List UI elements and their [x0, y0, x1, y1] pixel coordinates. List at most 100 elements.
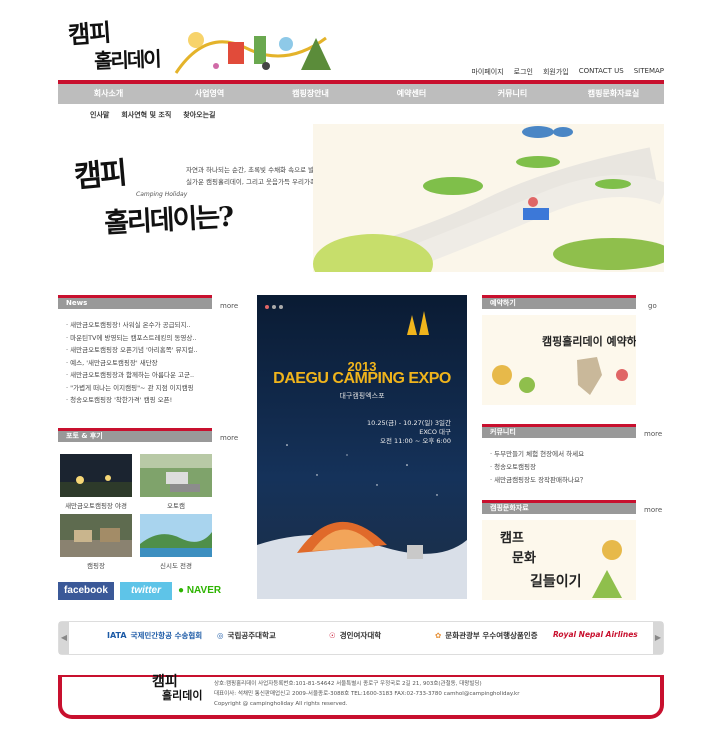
partner-carousel: ◀ ▶ IATA 국제민간항공 수송협회 ◎ 국립공주대학교 ☉ 경인여자대학 … [58, 621, 664, 655]
partner-name: 국립공주대학교 [227, 631, 276, 640]
photo-caption: 캠핑장 [87, 562, 105, 570]
culture-title: 캠핑문화자료 [482, 500, 636, 514]
news-item[interactable]: · 예스, '새만금오토캠핑장' 새단장 [66, 357, 216, 370]
emblem-icon: ☉ [329, 631, 336, 640]
expo-poster[interactable]: 2013 DAEGU CAMPING EXPO 대구캠핑엑스포 10.25(금)… [257, 295, 467, 599]
reserve-title: 예약하기 [482, 295, 636, 309]
hero-title-line1: 캠피 [72, 155, 127, 196]
culture-section: 캠핑문화자료 캠프 문화 길들이기 [482, 500, 636, 602]
partner-logo[interactable]: IATA 국제민간항공 수송협회 [107, 630, 202, 641]
social-links: facebook twitter ● NAVER [58, 582, 238, 600]
photo-section: 포토 & 후기 새만금오토캠핑장 야경 오토캠 캠핑장 신시도 전경 [58, 428, 212, 570]
footer-copyright: Copyright @ campingholiday All rights re… [214, 701, 348, 707]
community-list: · 두부만들기 체험 현장에서 하세요 · 청송오토캠핑장 · 새만금캠핑장도 … [482, 448, 636, 487]
community-title: 커뮤니티 [482, 424, 636, 438]
news-more-link[interactable]: more [220, 302, 238, 310]
footer-line1: 상호:캠핑홀리데이 사업자등록번호:101-81-54642 서울특별시 종로구… [214, 681, 482, 687]
community-more-link[interactable]: more [644, 430, 662, 438]
culture-more-link[interactable]: more [644, 506, 662, 514]
carousel-next-button[interactable]: ▶ [653, 622, 663, 654]
reserve-section: 예약하기 캠핑홀리데이 예약하기 [482, 295, 647, 407]
nav-campsites[interactable]: 캠핑장안내 [260, 84, 361, 104]
partner-name: 경인여자대학 [339, 631, 382, 640]
link-contact[interactable]: CONTACT US [579, 67, 624, 77]
partner-logo[interactable]: ☉ 경인여자대학 [329, 630, 381, 641]
culture-banner-text-3: 길들이기 [530, 573, 582, 590]
news-section: News · 새만금오토캠핑장! 사워실 온수가 공급되지.. · 마운틴TV에… [58, 295, 212, 407]
news-item[interactable]: · 마운틴TV에 방영되는 캠포스트레킹의 동영상.. [66, 332, 216, 345]
photo-title: 포토 & 후기 [58, 428, 212, 442]
photo-thumb-autocamp[interactable] [140, 454, 212, 497]
photo-more-link[interactable]: more [220, 434, 238, 442]
poster-hours: 오전 11:00 ~ 오후 6:00 [380, 437, 451, 445]
footer-info: 상호:캠핑홀리데이 사업자등록번호:101-81-54642 서울특별시 종로구… [214, 679, 520, 709]
news-list: · 새만금오토캠핑장! 사워실 온수가 공급되지.. · 마운틴TV에 방영되는… [58, 319, 212, 407]
photo-caption: 신시도 전경 [160, 562, 192, 570]
nav-community[interactable]: 커뮤니티 [462, 84, 563, 104]
partner-logo[interactable]: ✿ 문화관광부 우수여행상품인증 [435, 630, 538, 641]
partner-name: 문화관광부 우수여행상품인증 [445, 631, 538, 640]
news-item[interactable]: · "가볍게 떠나는 이지캠핑"~ 관 지점 이지캠핑 [66, 382, 216, 395]
partner-logo[interactable]: ◎ 국립공주대학교 [217, 630, 276, 641]
nav-business[interactable]: 사업영역 [159, 84, 260, 104]
link-sitemap[interactable]: SITEMAP [634, 67, 664, 77]
subnav-greeting[interactable]: 인사말 [90, 110, 109, 120]
hero-banner: 캠피 Camping Holiday 홀리데이는? 자연과 하나되는 순간, 초… [58, 124, 664, 272]
news-item[interactable]: · 새만금오토캠핑장과 함께하는 아름다운 고군.. [66, 369, 216, 382]
link-login[interactable]: 로그인 [514, 67, 533, 77]
photo-thumb-night[interactable] [60, 454, 132, 497]
community-item[interactable]: · 청송오토캠핑장 [490, 461, 636, 474]
link-mypage[interactable]: 마이페이지 [471, 67, 503, 77]
footer: 캠피 홀리데이 상호:캠핑홀리데이 사업자등록번호:101-81-54642 서… [58, 674, 664, 719]
poster-date: 10.25(금) - 10.27(일) 3일간 EXCO 대구 오전 11:00… [367, 419, 451, 446]
culture-banner-text-2: 문화 [512, 550, 536, 566]
footer-logo-line2: 홀리데이 [162, 689, 203, 702]
poster-venue: EXCO 대구 [419, 428, 451, 436]
top-links: 마이페이지 로그인 회원가입 CONTACT US SITEMAP [471, 67, 664, 77]
partner-logo[interactable]: Royal Nepal Airlines [553, 630, 638, 639]
news-item[interactable]: · 새만금오토캠핑장! 사워실 온수가 공급되지.. [66, 319, 216, 332]
culture-banner-text-1: 캠프 [500, 531, 524, 546]
facebook-button[interactable]: facebook [58, 582, 114, 600]
logo-line2: 홀리데이 [93, 46, 161, 74]
reserve-banner[interactable]: 캠핑홀리데이 예약하기 [482, 315, 647, 405]
nav-reservation[interactable]: 예약센터 [361, 84, 462, 104]
poster-subtitle: 대구캠핑엑스포 [339, 392, 385, 400]
footer-line2: 대표이사: 석채민 통신판매업신고 2009-서울종로-3088호 TEL:16… [214, 691, 520, 697]
nav-culture[interactable]: 캠핑문화자료실 [563, 84, 664, 104]
sub-nav: 인사말 회사연혁 및 조직 찾아오는길 [90, 110, 216, 120]
culture-banner[interactable]: 캠프 문화 길들이기 [482, 520, 636, 600]
subnav-directions[interactable]: 찾아오는길 [183, 110, 215, 120]
photo-thumb-sinsido[interactable] [140, 514, 212, 557]
link-signup[interactable]: 회원가입 [543, 67, 569, 77]
hero-title-line2: 홀리데이는? [103, 201, 233, 240]
site-logo[interactable]: 캠피 홀리데이 [67, 14, 168, 74]
naver-button[interactable]: ● NAVER [178, 582, 238, 600]
news-title: News [58, 295, 212, 309]
community-item[interactable]: · 새만금캠핑장도 장작판매하나요？ [490, 474, 636, 487]
partner-name: Royal Nepal Airlines [553, 630, 638, 639]
iata-icon: IATA [107, 631, 127, 640]
photo-caption: 새만금오토캠핑장 야경 [65, 502, 127, 510]
hero-illustration [313, 124, 664, 272]
chevron-left-icon: ◀ [60, 633, 68, 642]
emblem-icon: ✿ [435, 631, 442, 640]
carousel-prev-button[interactable]: ◀ [59, 622, 69, 654]
photo-caption: 오토캠 [167, 502, 185, 510]
poster-date-range: 10.25(금) - 10.27(일) 3일간 [367, 419, 451, 427]
news-item[interactable]: · 새만금오토캠핑장 오픈기념 '아리홈쪽' 뮤지컬.. [66, 344, 216, 357]
nav-company[interactable]: 회사소개 [58, 84, 159, 104]
twitter-button[interactable]: twitter [120, 582, 172, 600]
community-item[interactable]: · 두부만들기 체험 현장에서 하세요 [490, 448, 636, 461]
news-item[interactable]: · 청송오토캠핑장 '착한가격' 캠핑 오픈! [66, 394, 216, 407]
naver-icon: ● [178, 585, 187, 596]
poster-title: DAEGU CAMPING EXPO [273, 370, 451, 387]
photo-thumb-campsite[interactable] [60, 514, 132, 557]
partner-name: 국제민간항공 수송협회 [130, 631, 203, 640]
reserve-go-link[interactable]: go [648, 302, 657, 310]
community-section: 커뮤니티 · 두부만들기 체험 현장에서 하세요 · 청송오토캠핑장 · 새만금… [482, 424, 636, 487]
poster-background [257, 295, 467, 599]
subnav-history[interactable]: 회사연혁 및 조직 [121, 110, 171, 120]
header-illustration [174, 32, 331, 74]
reserve-banner-text: 캠핑홀리데이 예약하기 [542, 334, 636, 348]
